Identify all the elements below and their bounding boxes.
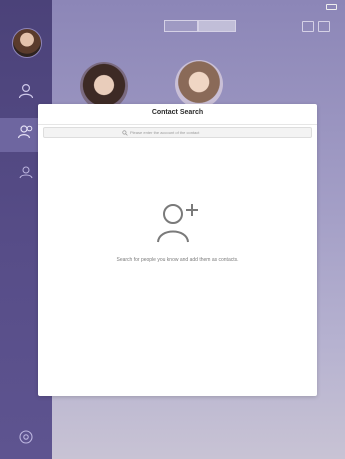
contact-photo[interactable]	[80, 62, 128, 110]
contact-search-dialog: Contact Search Please enter the account …	[38, 104, 317, 396]
dialog-title: Contact Search	[151, 109, 204, 116]
search-icon	[122, 130, 128, 136]
toolbar-icon[interactable]	[302, 21, 314, 32]
group-icon[interactable]	[17, 163, 35, 181]
segment-left[interactable]	[164, 20, 198, 32]
settings-icon[interactable]	[17, 428, 35, 446]
segment-right[interactable]	[198, 20, 236, 32]
search-input[interactable]: Please enter the account of the contact	[43, 127, 312, 138]
contacts-icon[interactable]	[17, 82, 35, 100]
avatar[interactable]	[12, 28, 42, 58]
battery-icon	[326, 4, 337, 10]
search-placeholder: Please enter the account of the contact	[130, 130, 200, 135]
empty-state-message: Search for people you know and add them …	[116, 257, 239, 263]
divider	[38, 124, 317, 125]
add-icon[interactable]	[318, 21, 330, 32]
app-screen: Contact Search Please enter the account …	[0, 0, 345, 459]
add-person-icon	[157, 204, 198, 243]
contact-photo[interactable]	[175, 60, 223, 108]
people-icon	[17, 125, 33, 139]
